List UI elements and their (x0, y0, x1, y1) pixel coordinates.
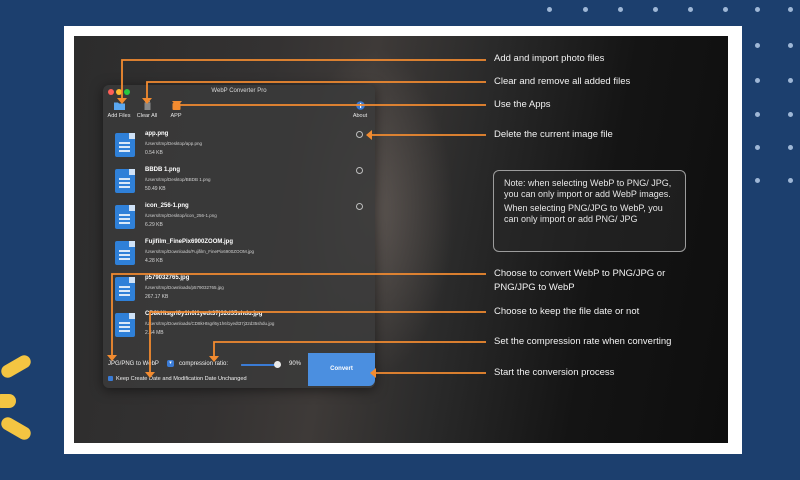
callout-use-apps: Use the Apps (494, 99, 551, 110)
note-text-png: When selecting PNG/JPG to WebP, you can … (504, 203, 663, 224)
callout-convert-direction-2: PNG/JPG to WebP (494, 282, 575, 293)
note-box: Note: when selecting WebP to PNG/ JPG, y… (493, 170, 686, 252)
arrowhead (117, 98, 127, 104)
callout-line-compression (213, 341, 486, 356)
callout-compression: Set the compression rate when converting (494, 336, 672, 347)
arrowhead (209, 356, 219, 362)
arrowhead (145, 372, 155, 378)
callout-delete-file: Delete the current image file (494, 129, 613, 140)
callout-line-app (176, 102, 486, 106)
callout-convert-direction: Choose to convert WebP to PNG/JPG or (494, 268, 666, 279)
callout-clear-all: Clear and remove all added files (494, 76, 631, 87)
callout-keep-date: Choose to keep the file date or not (494, 306, 640, 317)
arrowhead (366, 130, 372, 140)
arrowhead (142, 98, 152, 104)
arrowhead (172, 101, 182, 107)
callout-convert: Start the conversion process (494, 367, 615, 378)
callout-line-add (121, 59, 486, 98)
callout-add-files: Add and import photo files (494, 53, 605, 64)
callout-line-clear (146, 81, 486, 98)
note-text-webp: Note: when selecting WebP to PNG/ JPG, y… (504, 178, 672, 199)
arrowhead (370, 368, 376, 378)
arrowhead (107, 355, 117, 361)
